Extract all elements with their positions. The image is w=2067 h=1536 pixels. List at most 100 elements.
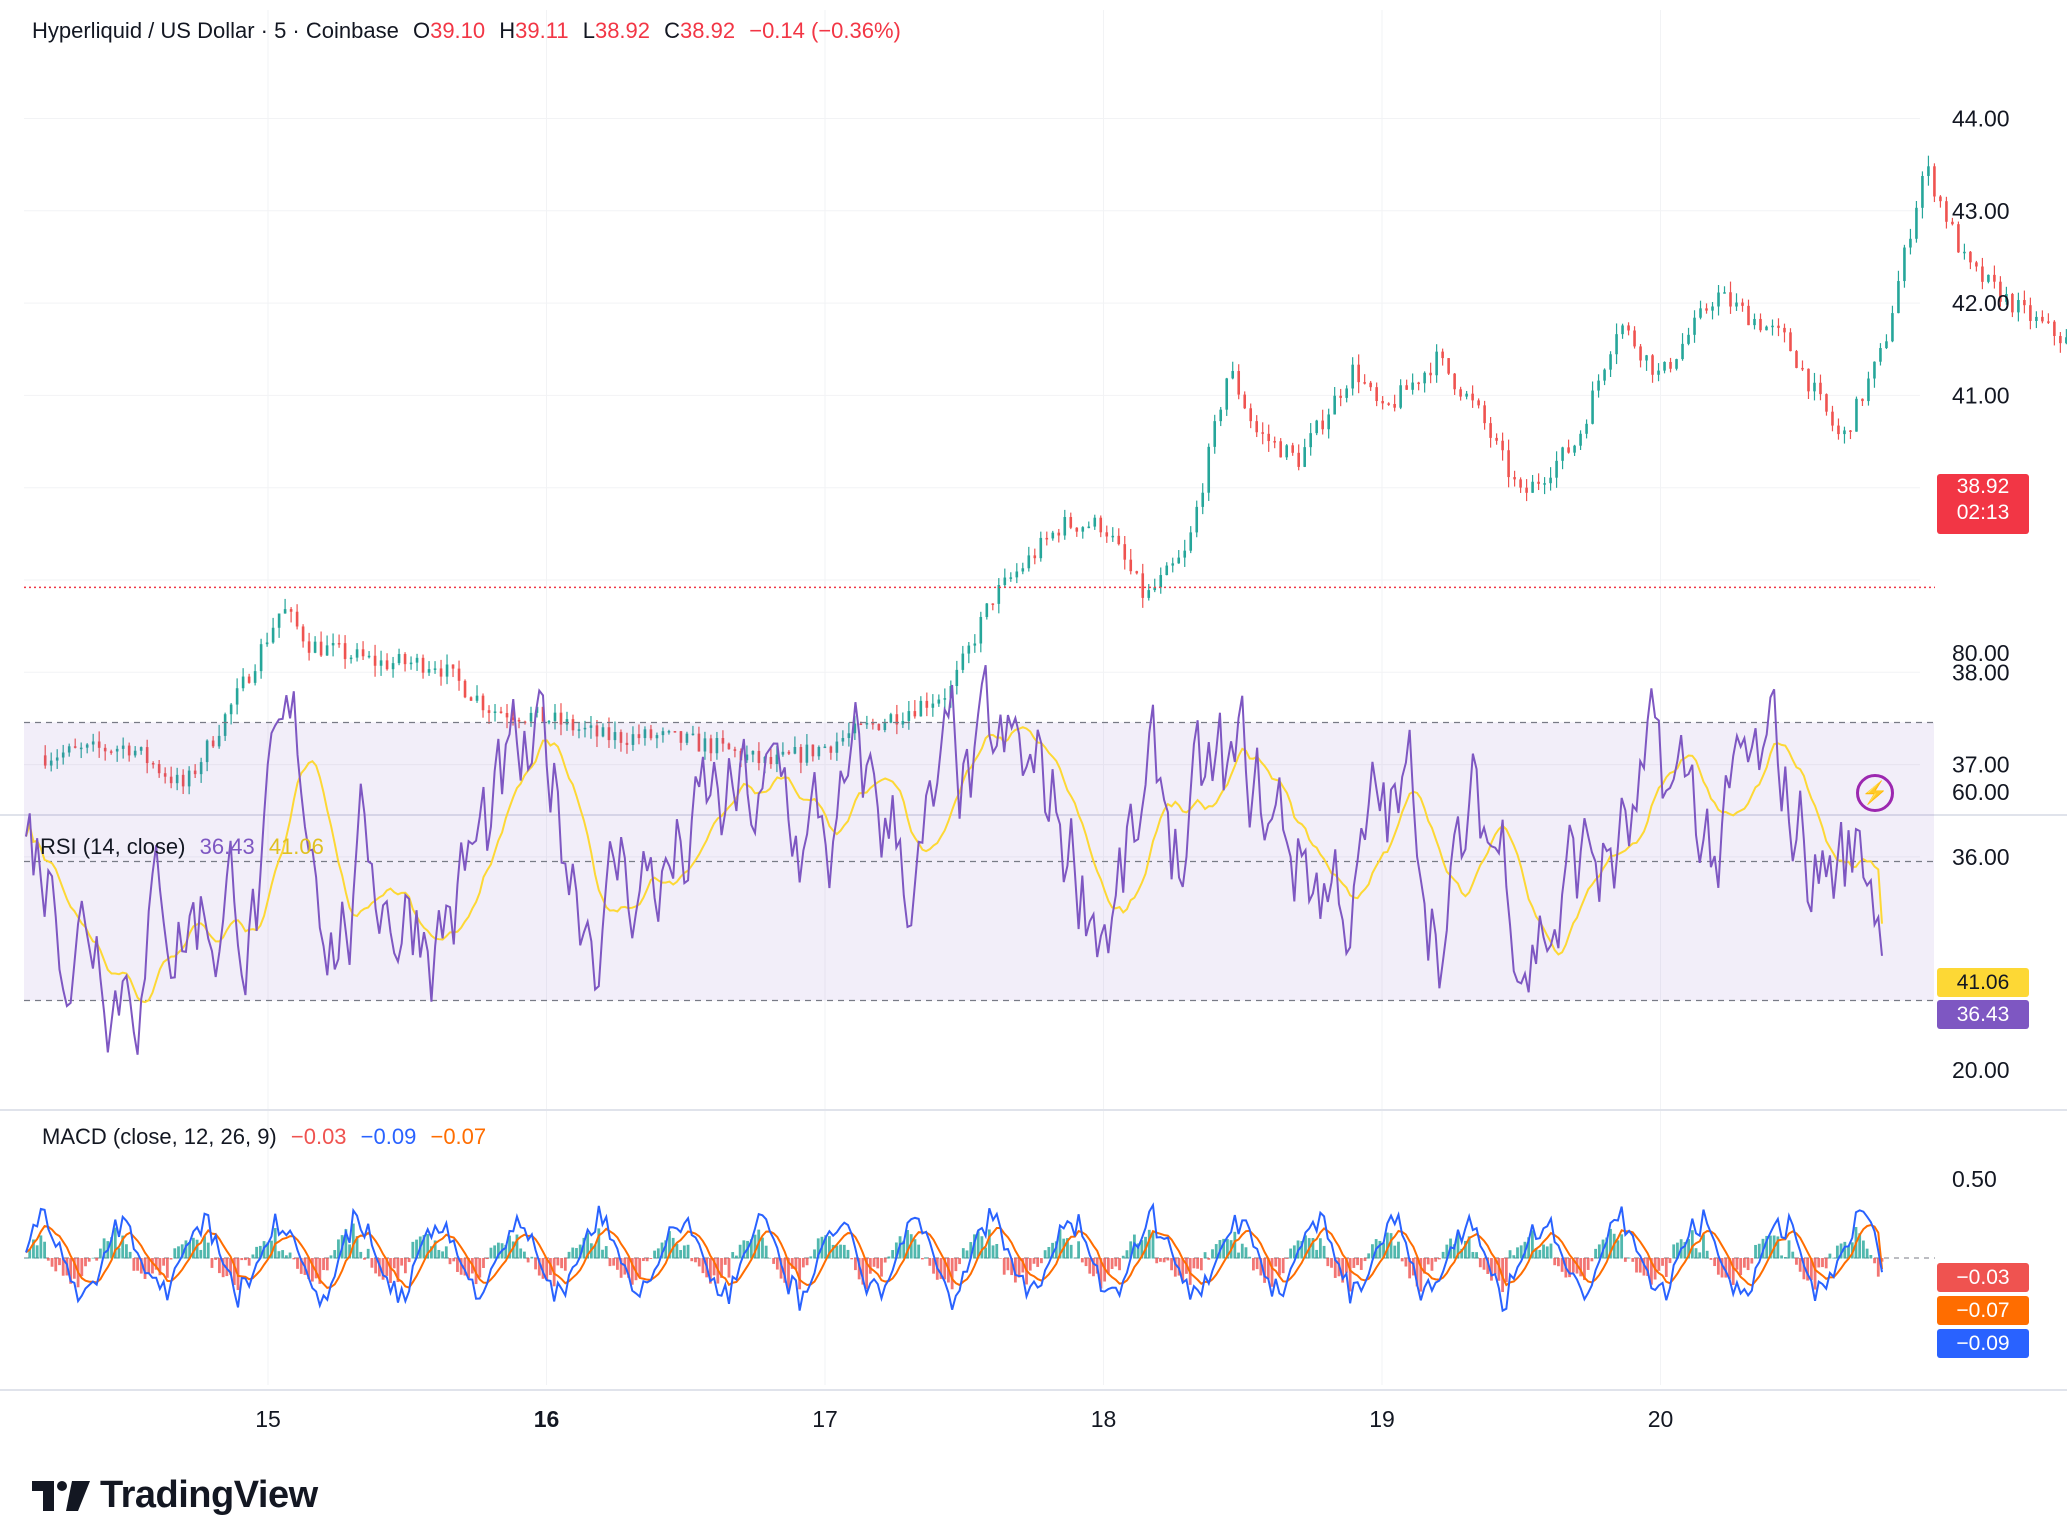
time-axis-label: 16 (534, 1406, 560, 1432)
candle-body (1615, 334, 1618, 355)
macd-histogram-bar (597, 1228, 601, 1259)
macd-histogram-bar (1471, 1251, 1475, 1259)
rsi-title[interactable]: RSI (14, close) (40, 834, 186, 859)
macd-histogram-bar (1155, 1258, 1159, 1264)
candle-body (517, 719, 521, 722)
candle-body (1225, 378, 1229, 410)
candle-body (2059, 336, 2062, 344)
candle-body (1159, 575, 1163, 588)
macd-histogram-bar (1036, 1258, 1040, 1267)
macd-histogram-bar (1735, 1258, 1739, 1270)
macd-histogram-bar (1199, 1258, 1203, 1271)
candle-body (2047, 321, 2050, 323)
macd-histogram-bar (199, 1249, 203, 1259)
macd-histogram-bar (567, 1251, 571, 1259)
tradingview-logo[interactable]: TradingView (32, 1474, 318, 1517)
candle-body (1051, 532, 1055, 539)
macd-histogram-bar (35, 1245, 39, 1259)
macd-histogram-bar (1754, 1244, 1757, 1259)
macd-histogram-bar (980, 1236, 984, 1259)
candle-body (1333, 395, 1336, 415)
candle-body (1483, 405, 1486, 424)
candle-body (1111, 535, 1115, 538)
macd-histogram-bar (1274, 1258, 1278, 1267)
candle-body (973, 643, 977, 646)
rsi-value-tag: 36.43 (1937, 1000, 2029, 1029)
macd-histogram-bar (1426, 1258, 1430, 1265)
candle-body (1645, 355, 1648, 361)
candle-body (1105, 532, 1109, 537)
macd-histogram-bar (1709, 1258, 1713, 1260)
open-label: O (412, 18, 431, 43)
macd-histogram-bar (1865, 1248, 1869, 1259)
candle-body (1585, 423, 1588, 434)
candle-body (1339, 395, 1342, 398)
macd-histogram-bar (694, 1258, 697, 1263)
macd-histogram-bar (214, 1258, 218, 1260)
candle-body (943, 698, 947, 700)
candle-body (1801, 367, 1804, 370)
lightning-icon[interactable]: ⚡ (1856, 774, 1894, 812)
macd-line-value: −0.09 (360, 1124, 417, 1149)
candle-body (331, 643, 335, 646)
macd-histogram-bar (1835, 1245, 1839, 1259)
candle-body (439, 668, 443, 677)
macd-histogram-bar (649, 1258, 653, 1260)
macd-line-tag: −0.09 (1937, 1329, 2029, 1358)
candle-body (1975, 262, 1978, 267)
candle-body (1045, 537, 1049, 540)
macd-histogram-bar (1791, 1251, 1795, 1259)
macd-title[interactable]: MACD (close, 12, 26, 9) (42, 1124, 277, 1149)
rsi-value: 36.43 (199, 834, 255, 859)
macd-histogram-bar (604, 1246, 608, 1259)
macd-histogram-bar (1151, 1232, 1155, 1259)
candle-body (1777, 325, 1780, 328)
macd-histogram-bar (1586, 1258, 1590, 1270)
candle-body (1213, 421, 1217, 447)
macd-histogram-bar (958, 1258, 961, 1265)
macd-histogram-bar (1635, 1258, 1638, 1273)
macd-histogram-bar (1397, 1241, 1400, 1259)
candle-body (421, 657, 425, 673)
candle-body (1075, 527, 1079, 532)
candle-body (1501, 440, 1504, 451)
macd-histogram-bar (1028, 1258, 1032, 1271)
candle-body (1639, 346, 1642, 361)
macd-histogram-bar (1352, 1258, 1356, 1268)
candle-body (1237, 371, 1241, 395)
candle-body (1255, 421, 1259, 433)
macd-histogram-bar (883, 1258, 887, 1263)
candle-body (457, 668, 461, 681)
macd-histogram-bar (846, 1249, 850, 1259)
candle-body (1903, 247, 1906, 282)
macd-histogram-bar (1616, 1240, 1620, 1259)
macd-histogram-bar (1166, 1258, 1170, 1261)
candle-body (1699, 308, 1702, 318)
candle-body (1387, 403, 1390, 405)
macd-histogram-bar (1281, 1258, 1285, 1274)
candle-body (1759, 318, 1762, 331)
macd-histogram-bar (772, 1258, 776, 1264)
candle-body (2035, 316, 2038, 321)
chart-canvas[interactable]: 44.0043.0042.0041.0040.0038.0037.0036.00… (0, 0, 2067, 1536)
macd-histogram-bar (1828, 1253, 1832, 1259)
macd-histogram-bar (697, 1258, 701, 1267)
macd-histogram-bar (534, 1258, 537, 1270)
candle-body (2053, 321, 2056, 337)
symbol-title[interactable]: Hyperliquid / US Dollar · 5 · Coinbase (32, 18, 399, 43)
macd-histogram-bar (329, 1255, 333, 1259)
macd-histogram-bar (872, 1258, 876, 1267)
macd-histogram-bar (876, 1258, 880, 1269)
candle-body (1765, 326, 1768, 331)
macd-histogram-bar (1787, 1240, 1791, 1259)
macd-histogram-bar (1196, 1258, 1200, 1269)
macd-histogram-bar (240, 1258, 244, 1261)
macd-histogram-bar (1869, 1255, 1873, 1259)
macd-histogram-bar (1475, 1252, 1478, 1259)
macd-histogram-bar (173, 1248, 177, 1259)
candle-body (1705, 308, 1708, 311)
price-candles (24, 155, 2067, 795)
macd-histogram-bar (1330, 1258, 1333, 1268)
macd-histogram-bar (87, 1258, 91, 1262)
macd-histogram-bar (530, 1256, 534, 1259)
